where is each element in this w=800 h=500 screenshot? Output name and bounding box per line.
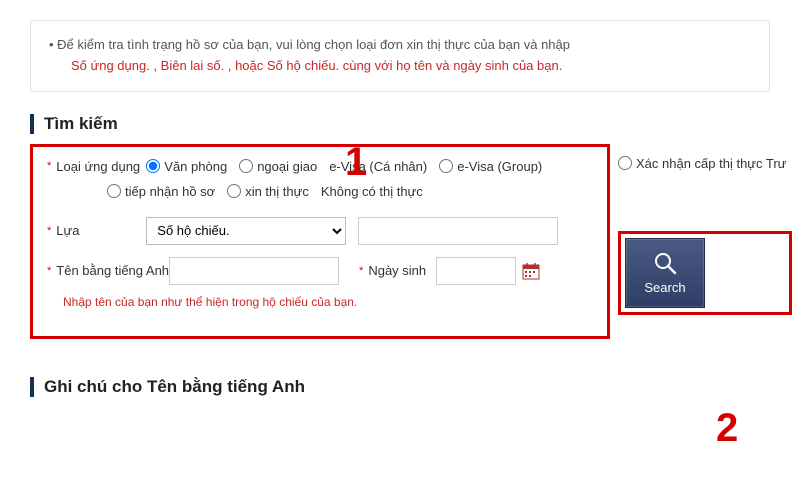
radio-van-phong[interactable]: Văn phòng <box>146 159 227 174</box>
info-box: • Để kiểm tra tình trạng hồ sơ của bạn, … <box>30 20 770 92</box>
english-name-input[interactable] <box>169 257 339 285</box>
search-button[interactable]: Search <box>625 238 705 308</box>
radio-evisa-canhan: e-Visa (Cá nhân) <box>329 159 427 174</box>
search-button-label: Search <box>644 280 685 295</box>
info-line1: • Để kiểm tra tình trạng hồ sơ của bạn, … <box>49 35 751 56</box>
dob-input[interactable] <box>436 257 516 285</box>
search-form-box: * Loại ứng dụng Văn phòng ngoại giao e-V… <box>30 144 610 339</box>
radio-xac-nhan[interactable]: Xác nhận cấp thị thực Trư <box>618 156 786 171</box>
required-mark: * <box>359 265 363 277</box>
dob-label: Ngày sinh <box>368 263 426 278</box>
radio-group-row2: tiếp nhận hồ sơ xin thị thực Không có th… <box>107 184 593 199</box>
radio-label: xin thị thực <box>245 184 309 199</box>
calendar-icon[interactable] <box>522 262 540 280</box>
radio-input[interactable] <box>618 156 632 170</box>
radio-evisa-group[interactable]: e-Visa (Group) <box>439 159 542 174</box>
name-hint: Nhập tên của bạn như thể hiện trong hộ c… <box>63 295 593 309</box>
required-mark: * <box>47 265 51 277</box>
radio-label: tiếp nhận hồ sơ <box>125 184 215 199</box>
search-button-outline: Search <box>618 231 792 315</box>
annotation-2: 2 <box>716 406 738 451</box>
info-line2: Số ứng dụng. , Biên lai số. , hoặc Số hộ… <box>49 56 751 77</box>
radio-label: e-Visa (Group) <box>457 159 542 174</box>
radio-label: e-Visa (Cá nhân) <box>329 159 427 174</box>
radio-tiep-nhan[interactable]: tiếp nhận hồ sơ <box>107 184 215 199</box>
select-value-input[interactable] <box>358 217 558 245</box>
radio-label: Xác nhận cấp thị thực Trư <box>636 156 786 171</box>
section-title-note: Ghi chú cho Tên bằng tiếng Anh <box>30 377 770 397</box>
radio-label: ngoại giao <box>257 159 317 174</box>
radio-input[interactable] <box>107 184 121 198</box>
radio-input[interactable] <box>227 184 241 198</box>
app-type-label: Loại ứng dụng <box>56 159 146 174</box>
radio-input[interactable] <box>239 159 253 173</box>
radio-input[interactable] <box>439 159 453 173</box>
radio-khong-co: Không có thị thực <box>321 184 423 199</box>
section-title-search: Tìm kiếm <box>30 114 770 134</box>
radio-label: Văn phòng <box>164 159 227 174</box>
search-icon <box>652 250 678 276</box>
radio-ngoai-giao[interactable]: ngoại giao <box>239 159 317 174</box>
radio-xin-thi-thuc[interactable]: xin thị thực <box>227 184 309 199</box>
radio-label: Không có thị thực <box>321 184 423 199</box>
select-label: Lựa <box>56 223 146 238</box>
annotation-1: 1 <box>345 140 367 185</box>
radio-input[interactable] <box>146 159 160 173</box>
required-mark: * <box>47 160 51 172</box>
select-passport[interactable]: Số hộ chiếu. <box>146 217 346 245</box>
required-mark: * <box>47 225 51 237</box>
outside-column: Xác nhận cấp thị thực Trư Search <box>618 144 792 315</box>
name-label: Tên bằng tiếng Anh <box>56 263 169 278</box>
